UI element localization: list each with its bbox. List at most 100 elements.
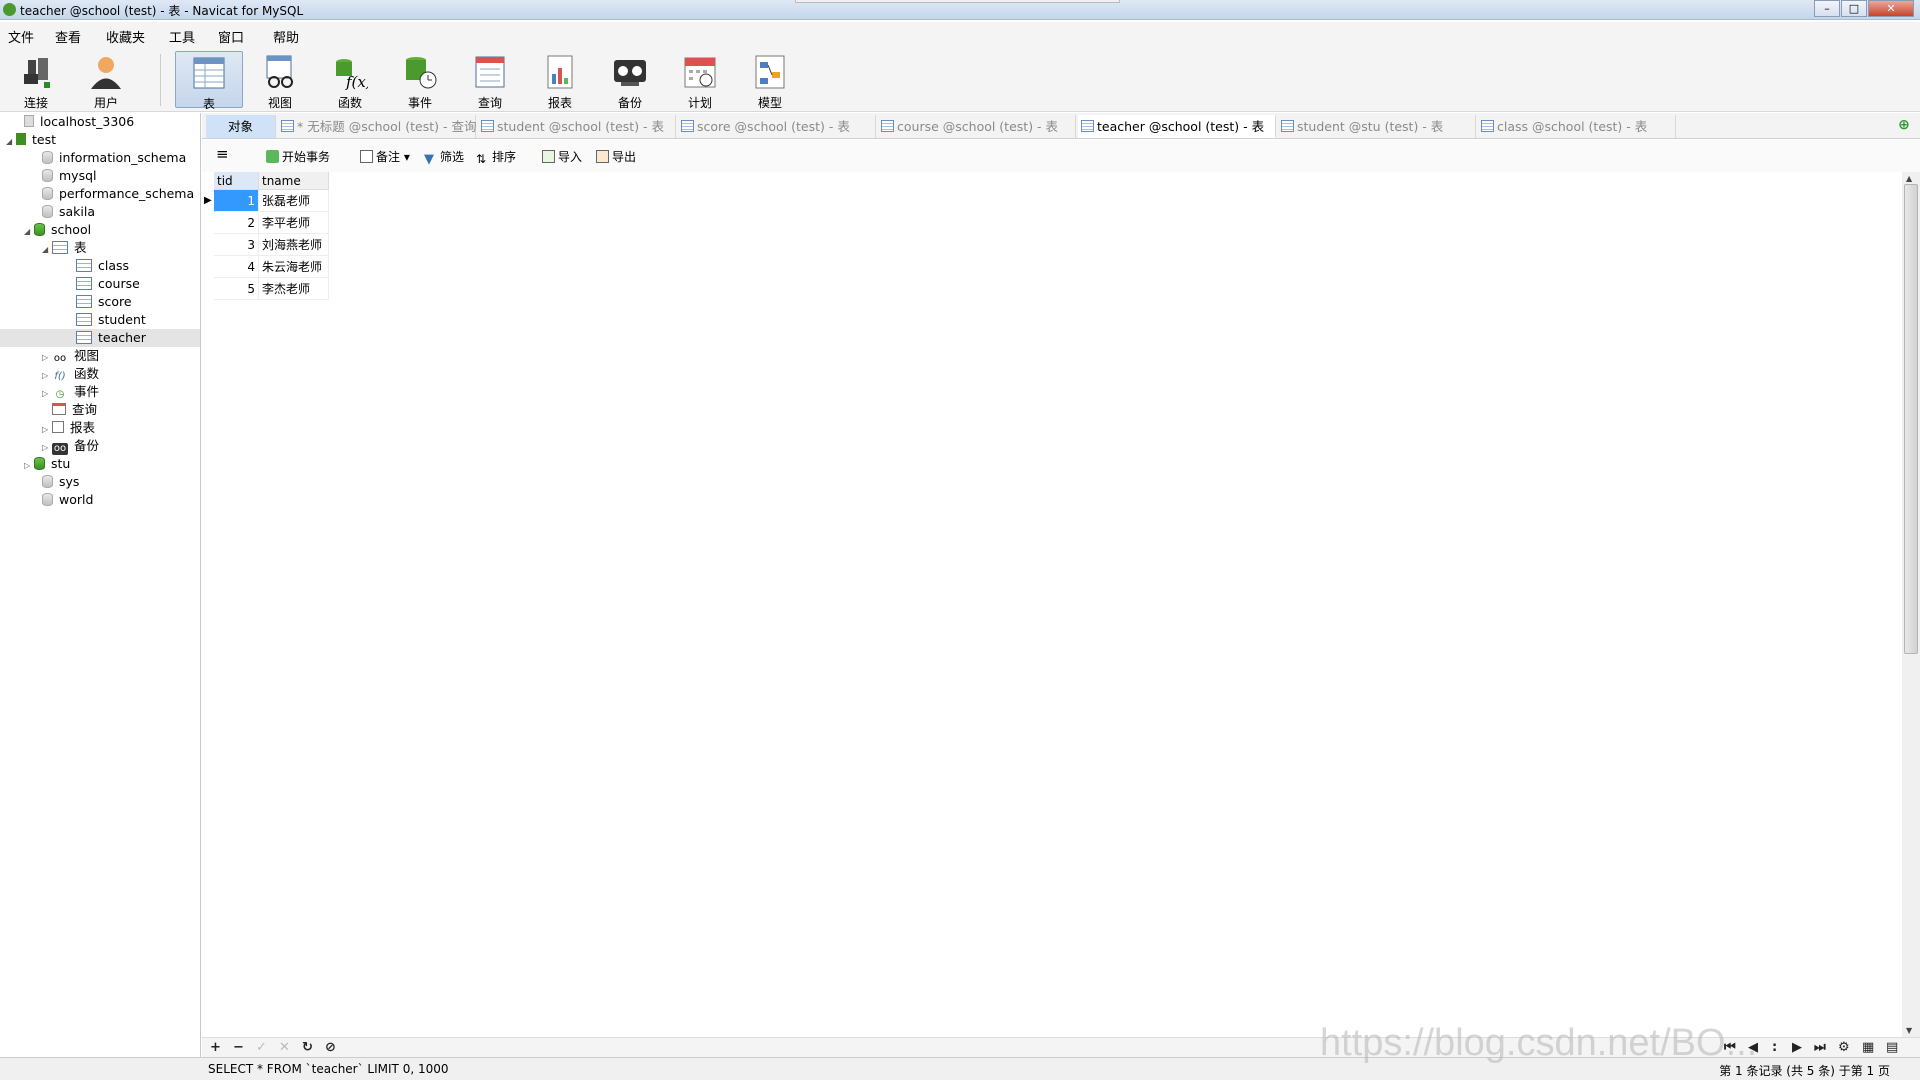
tree-table-score[interactable]: score xyxy=(76,293,132,311)
sort-button[interactable]: ⇅ 排序 xyxy=(476,148,516,166)
delete-record-button[interactable]: − xyxy=(233,1040,244,1055)
tab-student-stu[interactable]: student @stu (test) - 表 xyxy=(1278,115,1476,138)
toolbar-connect-button[interactable]: 连接 xyxy=(2,51,70,110)
event-icon xyxy=(402,54,438,90)
tree-db-world[interactable]: world xyxy=(42,491,93,509)
grid-menu-icon[interactable]: ≡ xyxy=(216,145,229,163)
menu-window[interactable]: 窗口 xyxy=(218,27,244,46)
menu-help[interactable]: 帮助 xyxy=(273,27,299,46)
new-tab-icon[interactable]: ⊕ xyxy=(1896,117,1912,133)
column-header-tname[interactable]: tname xyxy=(259,172,329,190)
tab-student-school[interactable]: student @school (test) - 表 xyxy=(478,115,676,138)
tree-db-mysql[interactable]: mysql xyxy=(42,167,97,185)
stop-button[interactable]: ⊘ xyxy=(325,1040,336,1055)
toolbar-event-button[interactable]: 事件 xyxy=(386,51,454,110)
tree-connection-test[interactable]: ◢ test xyxy=(6,131,56,149)
tree-table-course[interactable]: course xyxy=(76,275,140,293)
maximize-button[interactable]: □ xyxy=(1841,0,1867,17)
table-cell-tname[interactable]: 刘海燕老师 xyxy=(259,234,329,256)
table-cell-tid[interactable]: 5 xyxy=(214,278,259,300)
toolbar-model-button[interactable]: 模型 xyxy=(736,51,804,110)
expanded-arrow-icon[interactable]: ◢ xyxy=(24,223,34,241)
tree-db-stu[interactable]: ▷ stu xyxy=(24,455,70,473)
tree-table-teacher[interactable]: teacher xyxy=(0,329,200,347)
watermark-overlay: https://blog.csdn.net/BO... xyxy=(1320,1022,1758,1064)
note-button[interactable]: 备注 ▾ xyxy=(360,148,410,165)
minimize-button[interactable]: – xyxy=(1814,0,1840,17)
tree-db-sys[interactable]: sys xyxy=(42,473,79,491)
apply-changes-button[interactable]: ✓ xyxy=(256,1040,267,1055)
tree-table-student[interactable]: student xyxy=(76,311,146,329)
tree-folder-views[interactable]: ▷ oo 视图 xyxy=(42,347,99,365)
next-page-icon[interactable]: ▶ xyxy=(1792,1040,1802,1055)
table-icon xyxy=(1481,120,1494,132)
column-header-tid[interactable]: tid xyxy=(214,172,259,190)
toolbar-separator xyxy=(160,54,161,106)
tab-objects[interactable]: 对象 xyxy=(206,115,276,138)
popup-edge xyxy=(795,0,1120,3)
tab-course-school[interactable]: course @school (test) - 表 xyxy=(878,115,1076,138)
expanded-arrow-icon[interactable]: ◢ xyxy=(42,241,52,259)
table-icon xyxy=(76,259,92,272)
tree-folder-tables[interactable]: ◢ 表 xyxy=(42,239,87,257)
table-cell-tname[interactable]: 朱云海老师 xyxy=(259,256,329,278)
toolbar-user-button[interactable]: 用户 xyxy=(72,51,140,110)
table-cell-tid[interactable]: 2 xyxy=(214,212,259,234)
grid-view-icon[interactable]: ▦ xyxy=(1862,1040,1874,1055)
add-record-button[interactable]: + xyxy=(210,1040,221,1055)
scroll-up-arrow-icon[interactable]: ▲ xyxy=(1906,174,1912,183)
tree-folder-queries[interactable]: 查询 xyxy=(52,401,97,419)
form-view-icon[interactable]: ▤ xyxy=(1886,1040,1898,1055)
tree-db-sakila[interactable]: sakila xyxy=(42,203,95,221)
table-cell-tname[interactable]: 张磊老师 xyxy=(259,190,329,212)
begin-transaction-button[interactable]: 开始事务 xyxy=(266,148,330,165)
toolbar-report-button[interactable]: 报表 xyxy=(526,51,594,110)
tree-db-performance-schema[interactable]: performance_schema xyxy=(42,185,194,203)
tree-db-school[interactable]: ◢ school xyxy=(24,221,91,239)
toolbar-backup-button[interactable]: 备份 xyxy=(596,51,664,110)
table-cell-tid[interactable]: 1 xyxy=(214,190,259,212)
tab-class-school[interactable]: class @school (test) - 表 xyxy=(1478,115,1676,138)
settings-gear-icon[interactable]: ⚙ xyxy=(1838,1040,1850,1055)
menu-favorites[interactable]: 收藏夹 xyxy=(106,27,145,46)
table-cell-tname[interactable]: 李平老师 xyxy=(259,212,329,234)
tab-teacher-school[interactable]: teacher @school (test) - 表 xyxy=(1078,115,1276,138)
tree-folder-events[interactable]: ▷ ◷ 事件 xyxy=(42,383,99,401)
filter-button[interactable]: ▼ 筛选 xyxy=(424,148,464,166)
export-button[interactable]: 导出 xyxy=(596,148,636,165)
tree-db-information-schema[interactable]: information_schema xyxy=(42,149,186,167)
database-icon xyxy=(42,169,53,182)
collapsed-arrow-icon[interactable]: ▷ xyxy=(24,457,34,475)
toolbar-schedule-button[interactable]: 计划 xyxy=(666,51,734,110)
vertical-scrollbar[interactable]: ▲ ▼ xyxy=(1902,172,1920,1037)
table-cell-tname[interactable]: 李杰老师 xyxy=(259,278,329,300)
tab-score-school[interactable]: score @school (test) - 表 xyxy=(678,115,876,138)
close-button[interactable]: ✕ xyxy=(1868,0,1914,17)
table-cell-tid[interactable]: 4 xyxy=(214,256,259,278)
menu-file[interactable]: 文件 xyxy=(8,27,34,46)
table-cell-tid[interactable]: 3 xyxy=(214,234,259,256)
import-button[interactable]: 导入 xyxy=(542,148,582,165)
toolbar-function-button[interactable]: f(x) 函数 xyxy=(316,51,384,110)
tree-folder-backups[interactable]: ▷ oo 备份 xyxy=(42,437,99,455)
tree-connection-localhost[interactable]: localhost_3306 xyxy=(24,113,134,131)
tree-folder-functions[interactable]: ▷ f() 函数 xyxy=(42,365,99,383)
tree-table-class[interactable]: class xyxy=(76,257,129,275)
last-page-icon[interactable]: ⏭ xyxy=(1814,1040,1826,1055)
scrollbar-thumb[interactable] xyxy=(1904,184,1918,654)
toolbar-view-button[interactable]: 视图 xyxy=(246,51,314,110)
discard-changes-button[interactable]: ✕ xyxy=(279,1040,290,1055)
refresh-button[interactable]: ↻ xyxy=(302,1040,313,1055)
scroll-down-arrow-icon[interactable]: ▼ xyxy=(1906,1026,1912,1035)
menu-view[interactable]: 查看 xyxy=(55,27,81,46)
toolbar-query-button[interactable]: 查询 xyxy=(456,51,524,110)
button-label: 筛选 xyxy=(440,150,465,164)
tree-folder-reports[interactable]: ▷ 报表 xyxy=(42,419,95,437)
menu-tools[interactable]: 工具 xyxy=(169,27,195,46)
toolbar-table-button[interactable]: 表 xyxy=(175,51,243,111)
collapsed-arrow-icon[interactable]: ▷ xyxy=(42,385,52,403)
page-number-icon[interactable]: : xyxy=(1772,1040,1777,1055)
expanded-arrow-icon[interactable]: ◢ xyxy=(6,133,16,151)
tab-untitled-query[interactable]: * 无标题 @school (test) - 查询 xyxy=(278,115,476,138)
table-icon xyxy=(191,55,227,91)
